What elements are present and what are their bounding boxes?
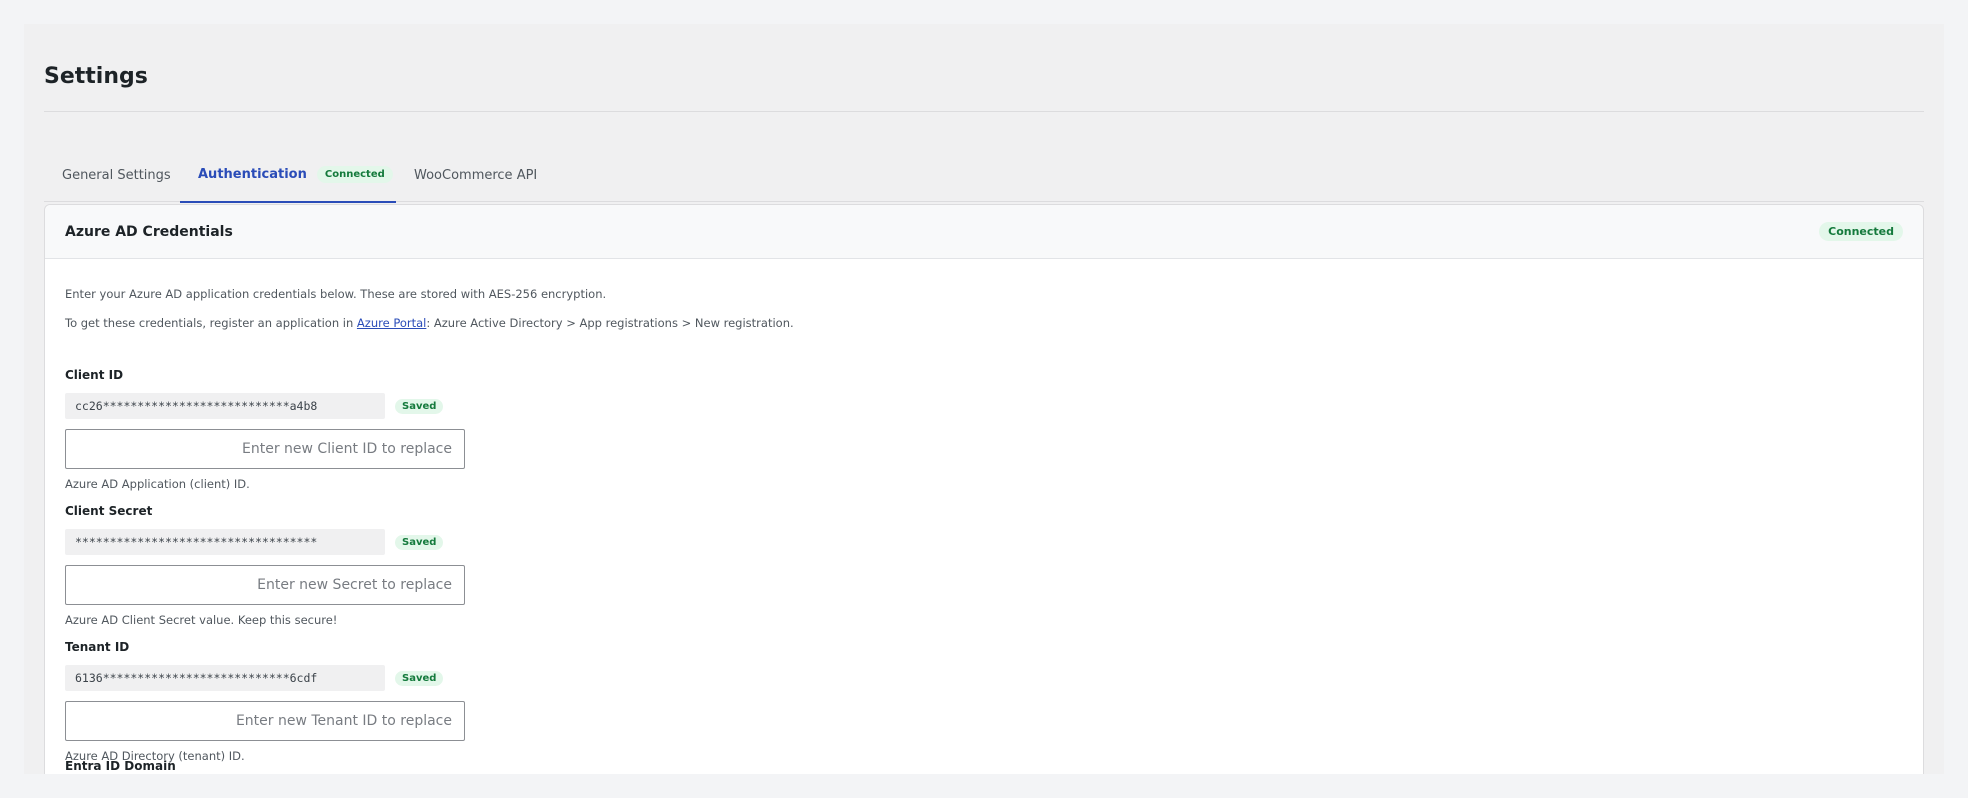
saved-badge: Saved: [395, 534, 444, 550]
saved-value-row: 6136***************************6cdf Save…: [65, 665, 865, 691]
card-title: Azure AD Credentials: [65, 223, 233, 240]
azure-credentials-card: Azure AD Credentials Connected Enter you…: [44, 204, 1924, 774]
field-help: Azure AD Client Secret value. Keep this …: [65, 613, 338, 627]
tab-general-settings[interactable]: General Settings: [62, 148, 171, 202]
saved-badge: Saved: [395, 670, 444, 686]
saved-badge: Saved: [395, 398, 444, 414]
tab-woocommerce-api[interactable]: WooCommerce API: [414, 148, 537, 202]
register-suffix: : Azure Active Directory > App registrat…: [426, 316, 794, 330]
client-id-input[interactable]: [65, 429, 465, 469]
tenant-id-input[interactable]: [65, 701, 465, 741]
card-header: Azure AD Credentials Connected: [45, 205, 1923, 259]
azure-portal-link[interactable]: Azure Portal: [357, 316, 426, 330]
masked-client-secret: ***********************************: [65, 529, 385, 555]
client-secret-input[interactable]: [65, 565, 465, 605]
card-intro: Enter your Azure AD application credenti…: [65, 287, 607, 301]
status-badge: Connected: [1819, 222, 1903, 241]
title-divider: [44, 111, 1924, 112]
masked-tenant-id: 6136***************************6cdf: [65, 665, 385, 691]
field-label: Client Secret: [65, 504, 153, 518]
connected-badge: Connected: [316, 166, 393, 183]
register-prefix: To get these credentials, register an ap…: [65, 316, 357, 330]
next-field-label: Entra ID Domain: [65, 759, 176, 773]
client-id-field: Client ID cc26**************************…: [65, 367, 865, 491]
client-secret-field: Client Secret **************************…: [65, 503, 865, 627]
saved-value-row: *********************************** Save…: [65, 529, 865, 555]
card-register-hint: To get these credentials, register an ap…: [65, 316, 794, 330]
tab-authentication[interactable]: Authentication Connected: [180, 148, 396, 203]
settings-tabs: General Settings Authentication Connecte…: [44, 148, 1924, 203]
field-help: Azure AD Application (client) ID.: [65, 477, 250, 491]
saved-value-row: cc26***************************a4b8 Save…: [65, 393, 865, 419]
settings-page: Settings General Settings Authentication…: [24, 24, 1944, 774]
tab-label: WooCommerce API: [414, 167, 538, 183]
tab-label: General Settings: [62, 167, 171, 183]
page-title: Settings: [44, 64, 148, 89]
field-help: Azure AD Directory (tenant) ID.: [65, 749, 245, 763]
masked-client-id: cc26***************************a4b8: [65, 393, 385, 419]
field-label: Client ID: [65, 368, 124, 382]
field-label: Tenant ID: [65, 640, 130, 654]
tenant-id-field: Tenant ID 6136**************************…: [65, 639, 865, 763]
tab-label: Authentication: [198, 167, 307, 182]
